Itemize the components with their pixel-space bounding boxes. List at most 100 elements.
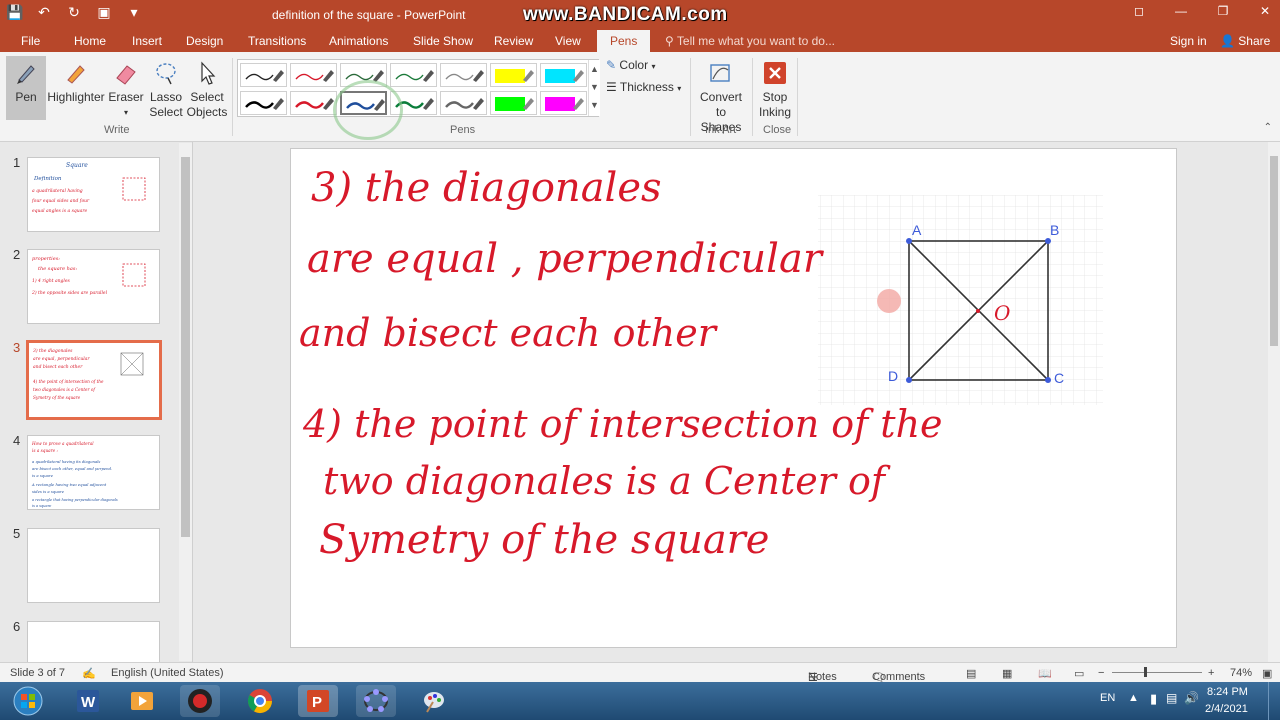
pen-button[interactable]: Pen (6, 56, 46, 120)
minimize-button[interactable]: — (1166, 0, 1196, 22)
zoom-out-button[interactable]: − (1098, 667, 1104, 679)
powerpoint-taskbar-icon[interactable]: P (298, 685, 338, 717)
pen-swatch[interactable] (240, 63, 287, 87)
tab-home[interactable]: Home (74, 34, 106, 48)
pen-stroke-icon (395, 70, 434, 82)
slide-show-icon[interactable]: ▭ (1074, 667, 1084, 680)
vertex-label-b: B (1050, 222, 1059, 238)
slide-number: 5 (13, 526, 21, 541)
slide-thumbnail-1[interactable]: Square Definition a quadrilateral having… (27, 157, 160, 232)
slide-thumbnail-5[interactable] (27, 528, 160, 603)
share-label: Share (1238, 34, 1271, 48)
pen-swatch[interactable] (240, 91, 287, 115)
thumbnails-scrollbar[interactable] (179, 143, 192, 661)
battery-icon[interactable]: ▮ (1150, 691, 1157, 707)
language-indicator[interactable]: English (United States) (111, 667, 224, 679)
thumb-text: are equal, perpendicular (33, 356, 90, 362)
windows-taskbar: W P EN ▲ ▮ ▤ 🔊 8:24 PM 2/4/2021 (0, 682, 1280, 720)
tab-insert[interactable]: Insert (132, 34, 162, 48)
tab-slide-show[interactable]: Slide Show (413, 34, 473, 48)
collapse-ribbon-icon[interactable]: ⌃ (1264, 122, 1272, 133)
save-icon[interactable]: 💾 (6, 4, 23, 21)
scroll-thumb[interactable] (181, 157, 190, 537)
ink-line-3: and bisect each other (299, 311, 719, 355)
chrome-taskbar-icon[interactable] (240, 685, 280, 717)
chevron-down-icon: ▾ (651, 62, 656, 71)
bandicam-taskbar-icon[interactable] (180, 685, 220, 717)
select-objects-button[interactable]: Select Objects (186, 58, 228, 120)
tray-expand-icon[interactable]: ▲ (1128, 692, 1139, 704)
ribbon-display-options-icon[interactable]: ◻ (1124, 0, 1154, 22)
close-button[interactable]: ✕ (1250, 0, 1280, 22)
pen-swatch[interactable] (440, 63, 487, 87)
share-button[interactable]: 👤 Share (1220, 34, 1270, 48)
slide-number: 2 (13, 247, 21, 262)
tab-design[interactable]: Design (186, 34, 223, 48)
customize-qat-icon[interactable]: ▾ (126, 4, 142, 21)
slide-number: 4 (13, 433, 21, 448)
pen-swatch[interactable] (290, 91, 337, 115)
current-slide[interactable]: A B C D O 3) the diagonales are equal , … (290, 148, 1177, 648)
start-button[interactable] (6, 685, 50, 717)
geogebra-taskbar-icon[interactable] (356, 685, 396, 717)
slide-thumbnail-2[interactable]: properties: the square has: 1) 4 right a… (27, 249, 160, 324)
pen-swatch[interactable] (290, 63, 337, 87)
separator (797, 58, 798, 136)
pen-swatch[interactable] (490, 63, 537, 87)
clock-date[interactable]: 2/4/2021 (1205, 703, 1248, 715)
redo-icon[interactable]: ↻ (66, 4, 82, 21)
tab-review[interactable]: Review (494, 34, 533, 48)
network-icon[interactable]: ▤ (1166, 691, 1177, 705)
slide-sorter-icon[interactable]: ▦ (1002, 667, 1012, 680)
zoom-slider[interactable] (1112, 672, 1202, 673)
spell-check-icon[interactable]: ✍ (82, 667, 96, 680)
separator (752, 58, 753, 136)
pen-gallery-scroll[interactable]: ▲ ▼ ▼ (588, 60, 600, 116)
reading-view-icon[interactable]: 📖 (1038, 667, 1052, 680)
scroll-thumb[interactable] (1270, 156, 1278, 346)
tab-transitions[interactable]: Transitions (248, 34, 306, 48)
tab-animations[interactable]: Animations (329, 34, 388, 48)
eraser-button[interactable]: Eraser ▾ (108, 58, 144, 120)
volume-icon[interactable]: 🔊 (1184, 691, 1199, 705)
color-label: Color (619, 58, 649, 72)
undo-icon[interactable]: ↶ (36, 4, 52, 21)
media-player-taskbar-icon[interactable] (122, 685, 162, 717)
sign-in-link[interactable]: Sign in (1170, 34, 1207, 48)
stop-inking-button[interactable]: Stop Inking (757, 58, 793, 120)
slide-thumbnail-3[interactable]: 3) the diagonales are equal, perpendicul… (26, 340, 162, 420)
show-desktop-button[interactable] (1268, 682, 1280, 720)
zoom-slider-thumb[interactable] (1144, 667, 1147, 677)
zoom-level[interactable]: 74% (1230, 667, 1252, 679)
write-group-label: Write (104, 124, 130, 136)
clock-time[interactable]: 8:24 PM (1207, 686, 1248, 698)
input-language[interactable]: EN (1100, 692, 1115, 704)
vertex-label-a: A (912, 222, 922, 238)
paint-taskbar-icon[interactable] (414, 685, 454, 717)
zoom-in-button[interactable]: + (1208, 667, 1214, 679)
word-taskbar-icon[interactable]: W (68, 685, 108, 717)
tell-me-search[interactable]: ⚲ Tell me what you want to do... (665, 34, 835, 48)
start-from-beginning-icon[interactable]: ▣ (96, 4, 112, 21)
slide-thumbnail-4[interactable]: How to prove a quadrilateral is a square… (27, 435, 160, 510)
lasso-select-button[interactable]: Lasso Select (148, 58, 184, 120)
normal-view-icon[interactable]: ▤ (966, 667, 976, 680)
pen-swatch[interactable] (390, 63, 437, 87)
restore-button[interactable]: ❐ (1208, 0, 1238, 22)
eraser-dropdown-icon[interactable]: ▾ (108, 105, 144, 120)
tab-file[interactable]: File (21, 34, 40, 48)
thickness-dropdown[interactable]: ☰ Thickness ▾ (606, 80, 681, 96)
highlighter-button[interactable]: Highlighter (47, 58, 105, 105)
pen-swatch[interactable] (490, 91, 537, 115)
color-dropdown[interactable]: ✎ Color ▾ (606, 58, 655, 74)
thumb-text: sides is a square (32, 489, 65, 494)
pen-swatch[interactable] (540, 91, 587, 115)
slide-scrollbar[interactable] (1268, 142, 1280, 662)
pen-swatch[interactable] (440, 91, 487, 115)
pen-swatch[interactable] (540, 63, 587, 87)
thickness-icon: ☰ (606, 80, 617, 94)
fit-slide-icon[interactable]: ▣ (1262, 667, 1272, 680)
tab-pens[interactable]: Pens (597, 30, 651, 52)
tab-view[interactable]: View (555, 34, 581, 48)
slide-thumbnail-6[interactable] (27, 621, 160, 662)
